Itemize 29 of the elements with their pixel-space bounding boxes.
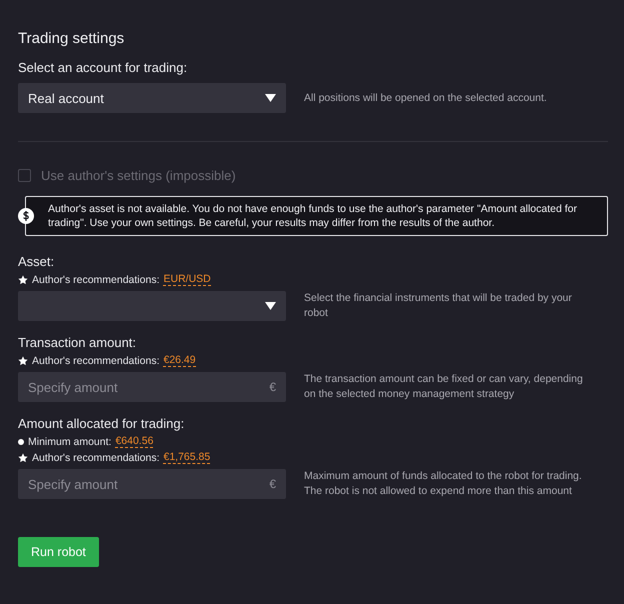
- asset-select[interactable]: [18, 291, 286, 321]
- recommendation-label: Author's recommendations:: [32, 274, 160, 286]
- checkbox-label: Use author's settings (impossible): [41, 168, 236, 183]
- bullet-icon: [18, 438, 24, 444]
- caret-icon: [265, 94, 276, 102]
- caret-icon: [265, 302, 276, 310]
- page-title: Trading settings: [18, 30, 126, 47]
- recommendation-label: Minimum amount:: [28, 436, 112, 448]
- field-label: Amount allocated for trading:: [18, 416, 186, 431]
- alert-text: Author's asset is not available. You do not have enough funds to use the author's parameter "Amount allocated for trading". Use your own settings. Be careful, your results may differ from the results of the author.: [48, 203, 577, 229]
- hint-text: Maximum amount of funds allocated to the robot for trading. The robot is not allowed to expend more than this amount: [304, 469, 583, 499]
- field-label: Asset:: [18, 254, 56, 269]
- recommendation-label: Author's recommendations:: [32, 354, 160, 366]
- amount-input[interactable]: Specify amount €: [18, 469, 286, 499]
- star-icon: [18, 356, 28, 366]
- recommendation-link[interactable]: €1,765.85: [163, 451, 210, 464]
- recommendation-label: Author's recommendations:: [32, 452, 160, 464]
- account-select[interactable]: Real account: [18, 83, 286, 113]
- hint-text: All positions will be opened on the selected account.: [304, 90, 548, 106]
- star-icon: [18, 452, 28, 462]
- recommendation-link[interactable]: €640.56: [115, 435, 154, 448]
- hint-text: The transaction amount can be fixed or can vary, depending on the selected money management strategy: [304, 372, 584, 402]
- hint-text: Select the financial instruments that will be traded by your robot: [304, 291, 573, 321]
- recommendation-link[interactable]: €26.49: [163, 354, 196, 367]
- star-icon: [18, 274, 28, 284]
- field-label: Select an account for trading:: [18, 60, 188, 75]
- amount-input[interactable]: Specify amount €: [18, 372, 286, 402]
- field-label: Transaction amount:: [18, 335, 138, 350]
- recommendation-link[interactable]: EUR/USD: [163, 273, 211, 286]
